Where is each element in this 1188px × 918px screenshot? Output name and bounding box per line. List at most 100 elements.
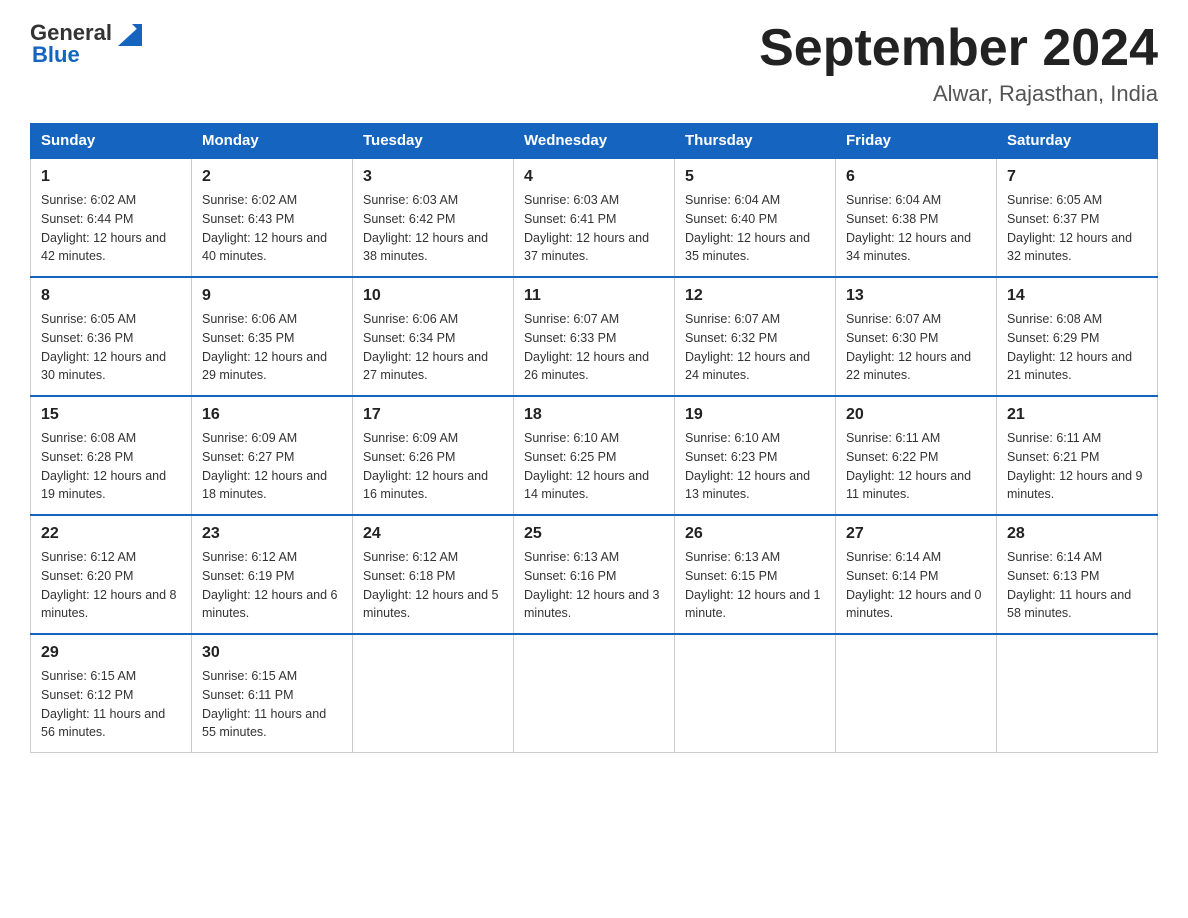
col-header-saturday: Saturday xyxy=(997,124,1158,159)
day-number: 16 xyxy=(202,403,342,427)
day-number: 15 xyxy=(41,403,181,427)
day-info: Sunrise: 6:08 AMSunset: 6:28 PMDaylight:… xyxy=(41,431,166,501)
calendar-cell: 18 Sunrise: 6:10 AMSunset: 6:25 PMDaylig… xyxy=(514,396,675,515)
day-info: Sunrise: 6:13 AMSunset: 6:16 PMDaylight:… xyxy=(524,550,660,620)
calendar-cell: 3 Sunrise: 6:03 AMSunset: 6:42 PMDayligh… xyxy=(353,158,514,277)
calendar-header-row: SundayMondayTuesdayWednesdayThursdayFrid… xyxy=(31,124,1158,159)
calendar-cell: 4 Sunrise: 6:03 AMSunset: 6:41 PMDayligh… xyxy=(514,158,675,277)
day-number: 11 xyxy=(524,284,664,308)
col-header-sunday: Sunday xyxy=(31,124,192,159)
calendar-cell: 29 Sunrise: 6:15 AMSunset: 6:12 PMDaylig… xyxy=(31,634,192,753)
day-number: 27 xyxy=(846,522,986,546)
logo-icon xyxy=(114,20,142,46)
day-number: 13 xyxy=(846,284,986,308)
calendar-week-2: 8 Sunrise: 6:05 AMSunset: 6:36 PMDayligh… xyxy=(31,277,1158,396)
day-number: 30 xyxy=(202,641,342,665)
day-number: 29 xyxy=(41,641,181,665)
calendar-cell: 12 Sunrise: 6:07 AMSunset: 6:32 PMDaylig… xyxy=(675,277,836,396)
day-number: 5 xyxy=(685,165,825,189)
calendar-cell: 7 Sunrise: 6:05 AMSunset: 6:37 PMDayligh… xyxy=(997,158,1158,277)
day-info: Sunrise: 6:09 AMSunset: 6:27 PMDaylight:… xyxy=(202,431,327,501)
day-number: 21 xyxy=(1007,403,1147,427)
day-number: 10 xyxy=(363,284,503,308)
day-number: 17 xyxy=(363,403,503,427)
calendar-cell xyxy=(353,634,514,753)
day-info: Sunrise: 6:12 AMSunset: 6:18 PMDaylight:… xyxy=(363,550,499,620)
calendar-cell: 20 Sunrise: 6:11 AMSunset: 6:22 PMDaylig… xyxy=(836,396,997,515)
day-number: 14 xyxy=(1007,284,1147,308)
calendar-cell: 8 Sunrise: 6:05 AMSunset: 6:36 PMDayligh… xyxy=(31,277,192,396)
calendar-week-5: 29 Sunrise: 6:15 AMSunset: 6:12 PMDaylig… xyxy=(31,634,1158,753)
day-number: 23 xyxy=(202,522,342,546)
calendar-cell: 15 Sunrise: 6:08 AMSunset: 6:28 PMDaylig… xyxy=(31,396,192,515)
day-info: Sunrise: 6:15 AMSunset: 6:11 PMDaylight:… xyxy=(202,669,326,739)
calendar-cell xyxy=(997,634,1158,753)
day-info: Sunrise: 6:15 AMSunset: 6:12 PMDaylight:… xyxy=(41,669,165,739)
day-info: Sunrise: 6:08 AMSunset: 6:29 PMDaylight:… xyxy=(1007,312,1132,382)
title-area: September 2024 Alwar, Rajasthan, India xyxy=(759,20,1158,107)
calendar-cell xyxy=(514,634,675,753)
calendar-week-4: 22 Sunrise: 6:12 AMSunset: 6:20 PMDaylig… xyxy=(31,515,1158,634)
day-info: Sunrise: 6:05 AMSunset: 6:36 PMDaylight:… xyxy=(41,312,166,382)
calendar-cell: 13 Sunrise: 6:07 AMSunset: 6:30 PMDaylig… xyxy=(836,277,997,396)
day-info: Sunrise: 6:02 AMSunset: 6:43 PMDaylight:… xyxy=(202,193,327,263)
calendar-cell: 25 Sunrise: 6:13 AMSunset: 6:16 PMDaylig… xyxy=(514,515,675,634)
calendar-cell: 1 Sunrise: 6:02 AMSunset: 6:44 PMDayligh… xyxy=(31,158,192,277)
calendar-cell: 19 Sunrise: 6:10 AMSunset: 6:23 PMDaylig… xyxy=(675,396,836,515)
day-number: 2 xyxy=(202,165,342,189)
day-number: 12 xyxy=(685,284,825,308)
day-info: Sunrise: 6:05 AMSunset: 6:37 PMDaylight:… xyxy=(1007,193,1132,263)
calendar-cell: 24 Sunrise: 6:12 AMSunset: 6:18 PMDaylig… xyxy=(353,515,514,634)
day-info: Sunrise: 6:12 AMSunset: 6:19 PMDaylight:… xyxy=(202,550,338,620)
day-info: Sunrise: 6:02 AMSunset: 6:44 PMDaylight:… xyxy=(41,193,166,263)
day-number: 18 xyxy=(524,403,664,427)
calendar-cell: 23 Sunrise: 6:12 AMSunset: 6:19 PMDaylig… xyxy=(192,515,353,634)
day-info: Sunrise: 6:03 AMSunset: 6:41 PMDaylight:… xyxy=(524,193,649,263)
day-number: 4 xyxy=(524,165,664,189)
location-text: Alwar, Rajasthan, India xyxy=(759,81,1158,107)
day-info: Sunrise: 6:07 AMSunset: 6:32 PMDaylight:… xyxy=(685,312,810,382)
day-number: 20 xyxy=(846,403,986,427)
day-info: Sunrise: 6:07 AMSunset: 6:30 PMDaylight:… xyxy=(846,312,971,382)
calendar-week-3: 15 Sunrise: 6:08 AMSunset: 6:28 PMDaylig… xyxy=(31,396,1158,515)
calendar-cell: 9 Sunrise: 6:06 AMSunset: 6:35 PMDayligh… xyxy=(192,277,353,396)
calendar-cell: 2 Sunrise: 6:02 AMSunset: 6:43 PMDayligh… xyxy=(192,158,353,277)
calendar-cell: 14 Sunrise: 6:08 AMSunset: 6:29 PMDaylig… xyxy=(997,277,1158,396)
day-info: Sunrise: 6:09 AMSunset: 6:26 PMDaylight:… xyxy=(363,431,488,501)
calendar-table: SundayMondayTuesdayWednesdayThursdayFrid… xyxy=(30,123,1158,753)
day-number: 28 xyxy=(1007,522,1147,546)
col-header-friday: Friday xyxy=(836,124,997,159)
page-header: General Blue September 2024 Alwar, Rajas… xyxy=(30,20,1158,107)
day-info: Sunrise: 6:13 AMSunset: 6:15 PMDaylight:… xyxy=(685,550,821,620)
day-number: 9 xyxy=(202,284,342,308)
day-number: 7 xyxy=(1007,165,1147,189)
day-info: Sunrise: 6:14 AMSunset: 6:14 PMDaylight:… xyxy=(846,550,982,620)
calendar-cell: 22 Sunrise: 6:12 AMSunset: 6:20 PMDaylig… xyxy=(31,515,192,634)
calendar-cell: 30 Sunrise: 6:15 AMSunset: 6:11 PMDaylig… xyxy=(192,634,353,753)
day-info: Sunrise: 6:06 AMSunset: 6:34 PMDaylight:… xyxy=(363,312,488,382)
day-info: Sunrise: 6:03 AMSunset: 6:42 PMDaylight:… xyxy=(363,193,488,263)
calendar-cell xyxy=(836,634,997,753)
calendar-cell: 26 Sunrise: 6:13 AMSunset: 6:15 PMDaylig… xyxy=(675,515,836,634)
day-info: Sunrise: 6:06 AMSunset: 6:35 PMDaylight:… xyxy=(202,312,327,382)
day-info: Sunrise: 6:04 AMSunset: 6:38 PMDaylight:… xyxy=(846,193,971,263)
day-info: Sunrise: 6:11 AMSunset: 6:22 PMDaylight:… xyxy=(846,431,971,501)
day-number: 22 xyxy=(41,522,181,546)
calendar-cell: 5 Sunrise: 6:04 AMSunset: 6:40 PMDayligh… xyxy=(675,158,836,277)
day-number: 26 xyxy=(685,522,825,546)
day-number: 19 xyxy=(685,403,825,427)
month-title: September 2024 xyxy=(759,20,1158,77)
day-number: 6 xyxy=(846,165,986,189)
day-info: Sunrise: 6:10 AMSunset: 6:25 PMDaylight:… xyxy=(524,431,649,501)
day-info: Sunrise: 6:12 AMSunset: 6:20 PMDaylight:… xyxy=(41,550,177,620)
calendar-cell: 28 Sunrise: 6:14 AMSunset: 6:13 PMDaylig… xyxy=(997,515,1158,634)
calendar-cell: 17 Sunrise: 6:09 AMSunset: 6:26 PMDaylig… xyxy=(353,396,514,515)
calendar-cell: 27 Sunrise: 6:14 AMSunset: 6:14 PMDaylig… xyxy=(836,515,997,634)
day-info: Sunrise: 6:11 AMSunset: 6:21 PMDaylight:… xyxy=(1007,431,1143,501)
day-number: 8 xyxy=(41,284,181,308)
col-header-tuesday: Tuesday xyxy=(353,124,514,159)
day-info: Sunrise: 6:07 AMSunset: 6:33 PMDaylight:… xyxy=(524,312,649,382)
calendar-cell: 10 Sunrise: 6:06 AMSunset: 6:34 PMDaylig… xyxy=(353,277,514,396)
col-header-wednesday: Wednesday xyxy=(514,124,675,159)
logo: General Blue xyxy=(30,20,142,68)
